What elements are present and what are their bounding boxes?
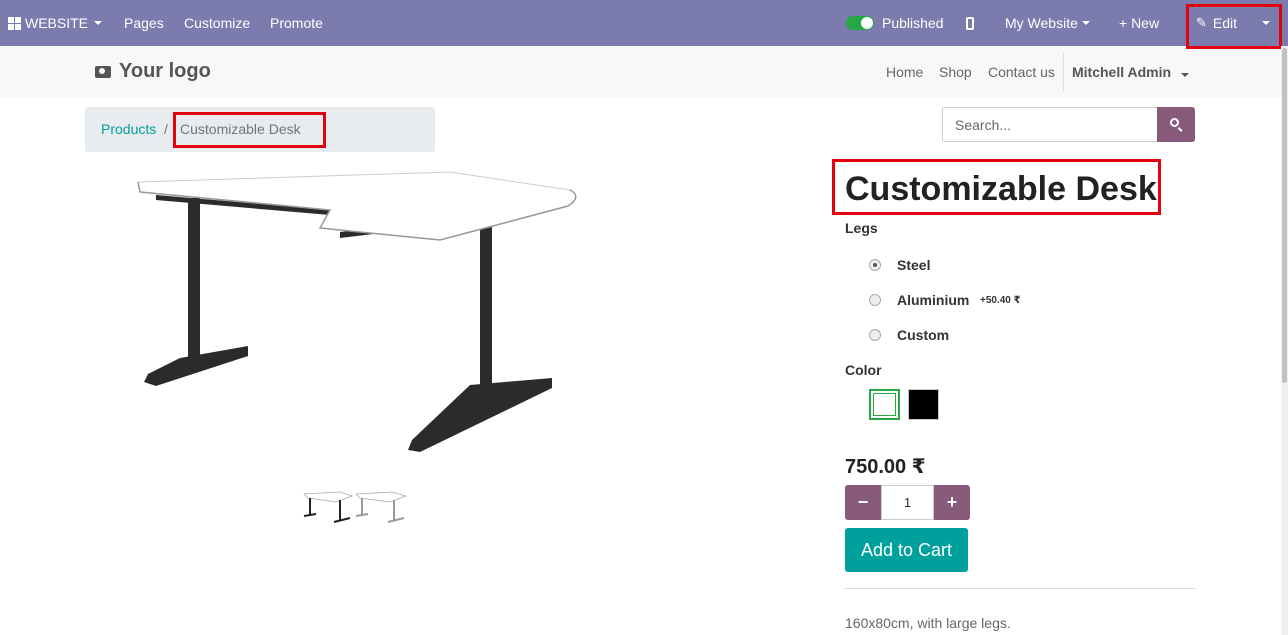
legs-option-steel[interactable]: Steel xyxy=(897,257,930,273)
mobile-phone-icon xyxy=(966,16,974,30)
search-icon xyxy=(1170,118,1179,127)
apps-grid-icon xyxy=(8,16,21,30)
thumbnail-white[interactable] xyxy=(355,491,408,523)
minus-icon: − xyxy=(857,492,869,512)
product-thumbnails xyxy=(303,491,408,523)
caret-down-icon xyxy=(94,21,103,25)
legs-option-aluminium[interactable]: Aluminium xyxy=(897,292,969,308)
caret-down-icon xyxy=(1081,21,1090,25)
breadcrumb-highlight-box xyxy=(173,112,326,148)
legs-attribute-label: Legs xyxy=(845,220,878,236)
nav-home[interactable]: Home xyxy=(886,64,923,80)
user-menu[interactable]: Mitchell Admin xyxy=(1072,64,1189,80)
scrollbar-thumb[interactable] xyxy=(1282,48,1287,383)
title-highlight-box xyxy=(832,159,1161,215)
legs-radio-custom[interactable] xyxy=(869,329,881,341)
product-main-image xyxy=(137,171,577,452)
nav-divider xyxy=(1063,53,1064,91)
mobile-preview-button[interactable] xyxy=(966,0,974,46)
add-to-cart-button[interactable]: Add to Cart xyxy=(845,528,968,572)
breadcrumb-separator: / xyxy=(164,121,168,137)
divider xyxy=(845,588,1195,589)
my-website-menu[interactable]: My Website xyxy=(1005,0,1090,46)
quantity-increase-button[interactable]: + xyxy=(934,485,970,520)
legs-radio-aluminium[interactable] xyxy=(869,294,881,306)
site-logo[interactable]: Your logo xyxy=(95,60,211,83)
camera-icon xyxy=(95,65,111,78)
published-label: Published xyxy=(882,15,944,31)
promote-menu[interactable]: Promote xyxy=(270,0,323,46)
page-scrollbar[interactable] xyxy=(1281,46,1288,635)
legs-option-custom[interactable]: Custom xyxy=(897,327,949,343)
color-attribute-label: Color xyxy=(845,362,882,378)
admin-topbar: WEBSITE Pages Customize Promote Publishe… xyxy=(0,0,1288,46)
search-input[interactable] xyxy=(942,107,1158,142)
product-price: 750.00 ₹ xyxy=(845,456,926,478)
thumbnail-black[interactable] xyxy=(303,491,354,523)
my-website-label: My Website xyxy=(1005,15,1078,31)
website-menu[interactable]: WEBSITE xyxy=(8,0,103,46)
plus-icon: + xyxy=(946,492,958,512)
new-content-button[interactable]: + New xyxy=(1119,0,1159,46)
legs-radio-steel[interactable] xyxy=(869,259,881,271)
product-description: 160x80cm, with large legs. xyxy=(845,615,1011,631)
quantity-input[interactable] xyxy=(881,485,934,520)
color-swatch-white[interactable] xyxy=(869,389,900,420)
color-swatch-black[interactable] xyxy=(908,389,939,420)
pages-menu[interactable]: Pages xyxy=(124,0,164,46)
edit-highlight-box xyxy=(1186,4,1282,49)
website-menu-label: WEBSITE xyxy=(25,15,89,31)
nav-contact-us[interactable]: Contact us xyxy=(988,64,1055,80)
nav-shop[interactable]: Shop xyxy=(939,64,972,80)
user-name: Mitchell Admin xyxy=(1072,64,1172,80)
logo-text: Your logo xyxy=(119,60,211,82)
quantity-decrease-button[interactable]: − xyxy=(845,485,881,520)
search-button[interactable] xyxy=(1157,107,1195,142)
breadcrumb-products-link[interactable]: Products xyxy=(101,121,156,137)
caret-down-icon xyxy=(1180,73,1189,77)
price-extra-badge: +50.40 ₹ xyxy=(980,295,1021,306)
toggle-switch-icon xyxy=(846,16,874,30)
published-toggle[interactable]: Published xyxy=(846,0,944,46)
customize-menu[interactable]: Customize xyxy=(184,0,250,46)
